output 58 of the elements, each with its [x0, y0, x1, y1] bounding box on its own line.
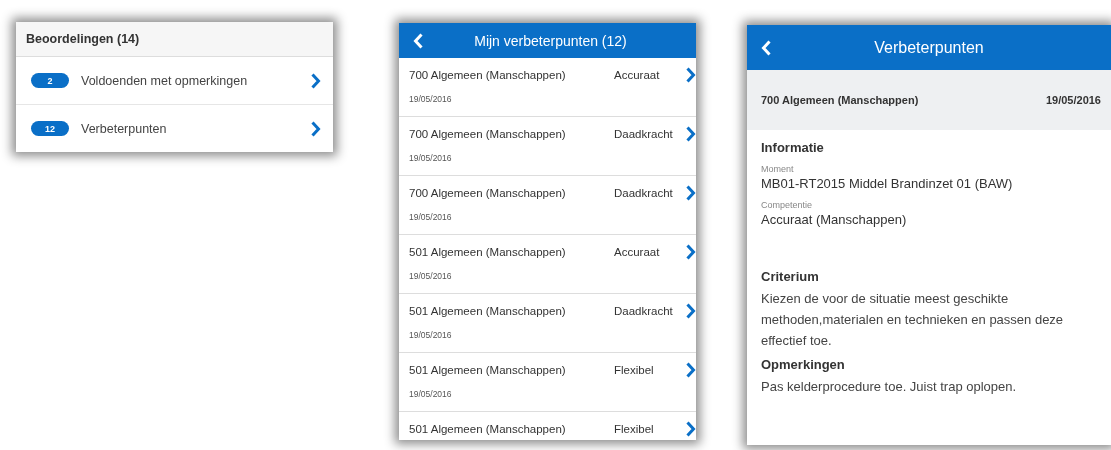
- item-title: 700 Algemeen (Manschappen): [409, 69, 567, 81]
- item-date: 19/05/2016: [409, 271, 453, 281]
- chevron-right-icon: [685, 67, 696, 83]
- competence-label: Flexibel: [614, 364, 655, 376]
- chevron-right-icon: [685, 362, 696, 378]
- chevron-right-icon: [310, 72, 321, 89]
- field-value: Accuraat (Manschappen): [761, 212, 908, 227]
- item-title: 501 Algemeen (Manschappen): [409, 423, 567, 435]
- item-date: 19/05/2016: [409, 212, 453, 222]
- section-heading: Criterium: [761, 269, 820, 284]
- field-value: MB01-RT2015 Middel Brandinzet 01 (BAW): [761, 176, 1014, 191]
- list-item[interactable]: 2 Voldoenden met opmerkingen: [16, 57, 333, 105]
- item-date: 19/05/2016: [409, 94, 453, 104]
- field-label: Competentie: [761, 200, 814, 210]
- remarks-text: Pas kelderprocedure toe. Juist trap oplopen.: [761, 378, 1018, 396]
- list-item[interactable]: 700 Algemeen (Manschappen) Daadkracht 19/05/2016: [399, 176, 696, 235]
- competence-label: Daadkracht: [614, 305, 674, 317]
- list-item[interactable]: 501 Algemeen (Manschappen) Accuraat 19/05/2016: [399, 235, 696, 294]
- screen-title: Mijn verbeterpunten (12): [473, 32, 628, 49]
- item-label: Verbeterpunten: [81, 121, 168, 136]
- list-item[interactable]: 700 Algemeen (Manschappen) Accuraat 19/05/2016: [399, 58, 696, 117]
- list-item[interactable]: 700 Algemeen (Manschappen) Daadkracht 19/05/2016: [399, 117, 696, 176]
- subject-title: 700 Algemeen (Manschappen): [761, 94, 919, 106]
- count-badge: 2: [31, 73, 69, 88]
- section-heading: Opmerkingen: [761, 357, 846, 372]
- competence-label: Accuraat: [614, 246, 661, 258]
- competence-label: Flexibel: [614, 423, 655, 435]
- list-item[interactable]: 12 Verbeterpunten: [16, 105, 333, 152]
- back-icon[interactable]: [413, 32, 424, 49]
- item-date: 19/05/2016: [409, 330, 453, 340]
- competence-label: Daadkracht: [614, 128, 674, 140]
- chevron-right-icon: [310, 120, 321, 137]
- item-label: Voldoenden met opmerkingen: [81, 73, 249, 88]
- item-title: 700 Algemeen (Manschappen): [409, 128, 567, 140]
- field-label: Moment: [761, 164, 795, 174]
- list-item[interactable]: 501 Algemeen (Manschappen) Flexibel 19/05/2016: [399, 353, 696, 412]
- section-heading: Informatie: [761, 140, 825, 155]
- item-date: 19/05/2016: [409, 153, 453, 163]
- chevron-right-icon: [685, 303, 696, 319]
- back-icon[interactable]: [761, 39, 772, 56]
- count-badge: 12: [31, 121, 69, 136]
- list-item[interactable]: 501 Algemeen (Manschappen) Flexibel: [399, 412, 696, 440]
- item-title: 700 Algemeen (Manschappen): [409, 187, 567, 199]
- subject-date: 19/05/2016: [1045, 94, 1101, 106]
- item-date: 19/05/2016: [409, 389, 453, 399]
- card-title: Beoordelingen (14): [16, 22, 333, 57]
- competence-label: Accuraat: [614, 69, 661, 81]
- item-title: 501 Algemeen (Manschappen): [409, 364, 567, 376]
- chevron-right-icon: [685, 421, 696, 437]
- chevron-right-icon: [685, 126, 696, 142]
- competence-label: Daadkracht: [614, 187, 674, 199]
- screen-title: Verbeterpunten: [873, 38, 985, 57]
- list-item[interactable]: 501 Algemeen (Manschappen) Daadkracht 19/05/2016: [399, 294, 696, 353]
- chevron-right-icon: [685, 185, 696, 201]
- item-title: 501 Algemeen (Manschappen): [409, 246, 567, 258]
- item-title: 501 Algemeen (Manschappen): [409, 305, 567, 317]
- chevron-right-icon: [685, 244, 696, 260]
- criterion-text: Kiezen de voor de situatie meest geschikte methoden,materialen en technieken en passen deze effectief toe.: [761, 290, 1065, 350]
